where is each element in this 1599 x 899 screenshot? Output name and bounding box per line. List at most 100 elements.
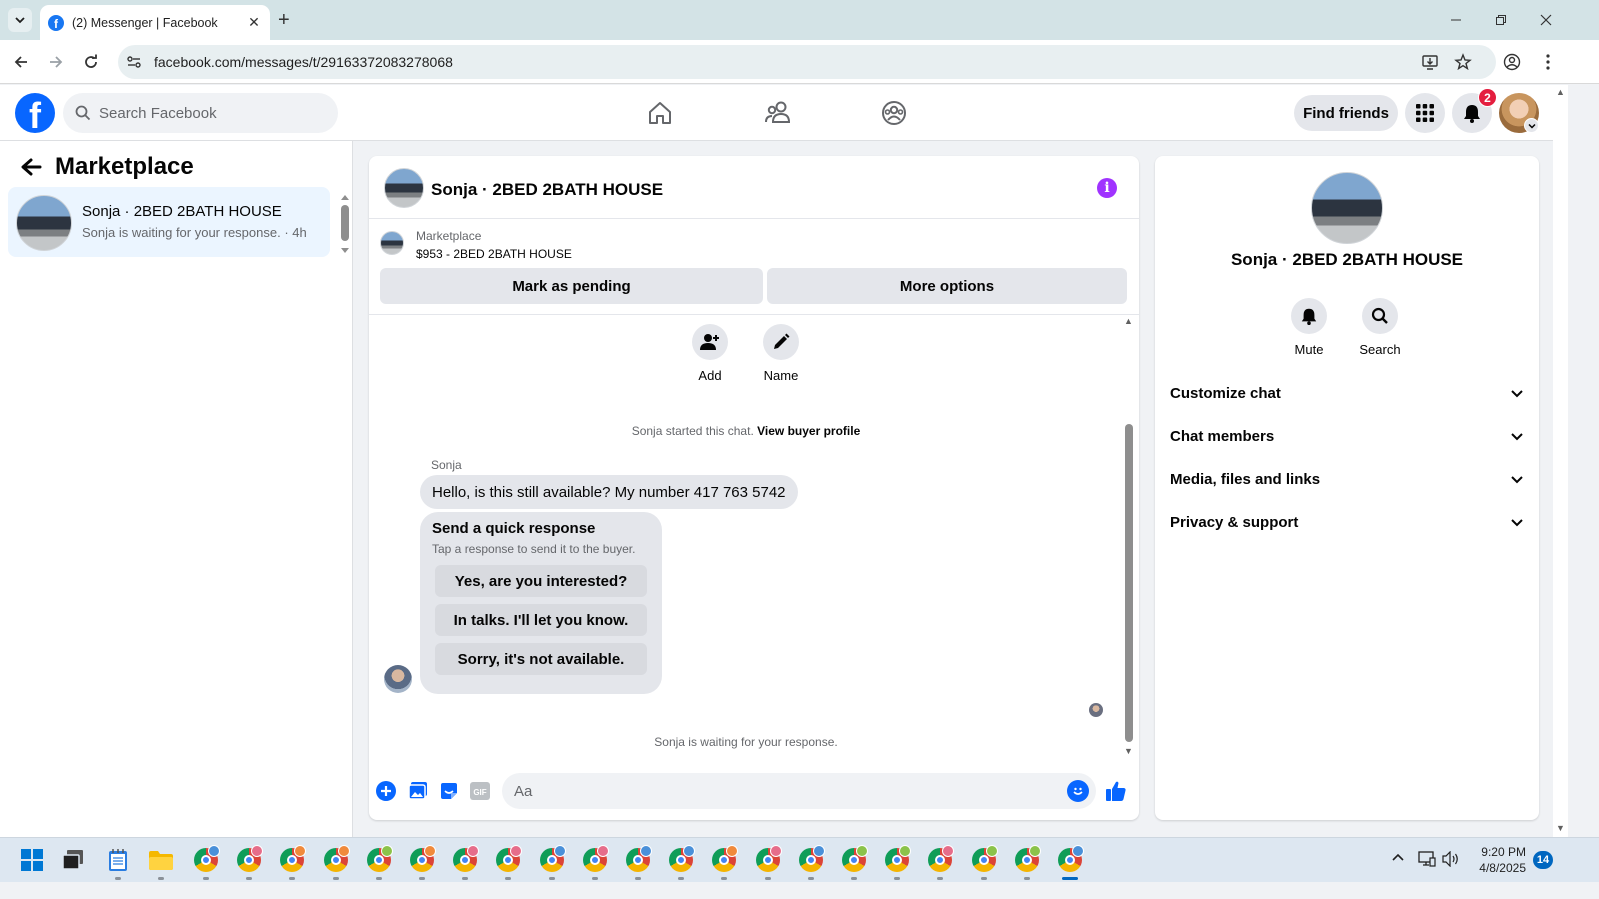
bookmark-star-icon[interactable] <box>1454 53 1472 71</box>
windows-taskbar: 9:20 PM 4/8/2025 14 <box>0 837 1599 882</box>
name-chat-button[interactable]: Name <box>751 324 811 383</box>
chrome-window-button[interactable] <box>408 845 436 880</box>
chat-scrollbar[interactable]: ▲ ▼ <box>1123 316 1137 762</box>
scroll-down-arrow-icon[interactable]: ▼ <box>1124 746 1133 756</box>
close-window-button[interactable] <box>1536 10 1556 30</box>
message-bubble[interactable]: Hello, is this still available? My numbe… <box>420 475 798 509</box>
customize-chat-section[interactable]: Customize chat <box>1170 373 1524 413</box>
scroll-up-arrow-icon[interactable]: ▲ <box>1556 87 1565 97</box>
volume-button[interactable] <box>1442 851 1460 867</box>
tab-close-icon[interactable]: ✕ <box>246 14 262 31</box>
running-indicator <box>635 877 641 880</box>
quick-response-button[interactable]: In talks. I'll let you know. <box>435 604 647 636</box>
more-options-button[interactable]: More options <box>767 268 1127 304</box>
view-buyer-profile-link[interactable]: View buyer profile <box>757 424 860 438</box>
address-bar[interactable]: facebook.com/messages/t/2916337208327806… <box>118 45 1496 79</box>
start-button[interactable] <box>18 846 46 874</box>
reload-button[interactable] <box>80 51 102 73</box>
account-menu-chevron-icon[interactable] <box>1524 118 1539 133</box>
media-files-links-section[interactable]: Media, files and links <box>1170 459 1524 499</box>
facebook-logo-icon[interactable]: f <box>15 93 55 133</box>
chrome-window-button[interactable] <box>1013 845 1041 880</box>
more-actions-button[interactable] <box>375 780 397 802</box>
quick-response-button[interactable]: Sorry, it's not available. <box>435 643 647 675</box>
page-scrollbar[interactable]: ▲ ▼ <box>1553 85 1568 837</box>
chrome-window-button[interactable] <box>754 845 782 880</box>
chrome-window-button[interactable] <box>883 845 911 880</box>
chat-members-section[interactable]: Chat members <box>1170 416 1524 456</box>
notification-center-badge[interactable]: 14 <box>1533 851 1553 869</box>
chrome-window-button[interactable] <box>667 845 695 880</box>
back-button[interactable] <box>10 51 32 73</box>
message-input[interactable] <box>502 773 1096 809</box>
nav-groups-button[interactable] <box>878 97 910 129</box>
chrome-window-button[interactable] <box>278 845 306 880</box>
browser-tab-messenger[interactable]: f (2) Messenger | Facebook ✕ <box>40 5 270 40</box>
chrome-icon <box>540 845 566 872</box>
gif-button[interactable]: GIF <box>469 780 491 802</box>
scroll-down-arrow-icon[interactable]: ▼ <box>1556 823 1565 833</box>
listing-price-title[interactable]: $953 - 2BED 2BATH HOUSE <box>416 247 572 261</box>
show-hidden-icons-button[interactable] <box>1391 851 1405 865</box>
chrome-window-button[interactable] <box>235 845 263 880</box>
listing-thumbnail[interactable] <box>380 231 404 255</box>
tab-search-button[interactable] <box>8 8 32 32</box>
find-friends-button[interactable]: Find friends <box>1294 95 1398 131</box>
mute-button[interactable]: Mute <box>1279 298 1339 357</box>
inbox-scrollbar[interactable] <box>339 191 351 257</box>
chat-header-avatar[interactable] <box>384 168 424 208</box>
chrome-window-button[interactable] <box>322 845 350 880</box>
file-explorer-button[interactable] <box>147 846 175 880</box>
chrome-window-button[interactable] <box>451 845 479 880</box>
profile-badge-icon <box>1029 845 1041 857</box>
profile-button[interactable] <box>1501 51 1523 73</box>
chrome-window-button[interactable] <box>926 845 954 880</box>
chrome-window-button[interactable] <box>840 845 868 880</box>
facebook-search[interactable]: Search Facebook <box>63 93 338 133</box>
search-in-chat-button[interactable]: Search <box>1350 298 1410 357</box>
like-button[interactable] <box>1105 780 1127 802</box>
chrome-window-button[interactable] <box>494 845 522 880</box>
menu-grid-button[interactable] <box>1405 93 1445 133</box>
running-indicator <box>937 877 943 880</box>
network-button[interactable] <box>1418 851 1436 867</box>
system-clock[interactable]: 9:20 PM 4/8/2025 <box>1466 844 1526 876</box>
chrome-window-button[interactable] <box>970 845 998 880</box>
new-tab-button[interactable]: + <box>278 10 290 30</box>
chrome-window-button[interactable] <box>581 845 609 880</box>
scroll-up-arrow-icon[interactable]: ▲ <box>1124 316 1133 326</box>
sender-avatar[interactable] <box>384 665 412 693</box>
install-app-icon[interactable] <box>1421 53 1439 71</box>
forward-button[interactable] <box>45 51 67 73</box>
sticker-button[interactable] <box>438 780 460 802</box>
profile-avatar[interactable] <box>1311 172 1383 244</box>
chrome-window-button[interactable] <box>192 845 220 880</box>
emoji-button[interactable] <box>1067 780 1089 802</box>
chrome-window-button[interactable] <box>797 845 825 880</box>
add-people-button[interactable]: Add <box>680 324 740 383</box>
restore-button[interactable] <box>1491 10 1511 30</box>
chrome-window-button[interactable] <box>538 845 566 880</box>
back-arrow-icon[interactable] <box>20 157 42 177</box>
chat-started-text: Sonja started this chat. <box>631 424 754 438</box>
notepad-app-button[interactable] <box>104 846 132 880</box>
site-info-icon[interactable] <box>126 54 142 70</box>
privacy-support-section[interactable]: Privacy & support <box>1170 502 1524 542</box>
minimize-button[interactable] <box>1446 10 1466 30</box>
chrome-window-button[interactable] <box>624 845 652 880</box>
task-view-button[interactable] <box>60 846 88 874</box>
chrome-window-button[interactable] <box>710 845 738 880</box>
info-icon[interactable]: i <box>1097 178 1117 198</box>
browser-menu-button[interactable] <box>1537 51 1559 73</box>
conversation-item[interactable]: Sonja · 2BED 2BATH HOUSE Sonja is waitin… <box>8 187 330 257</box>
quick-response-button[interactable]: Yes, are you interested? <box>435 565 647 597</box>
attach-photo-button[interactable] <box>407 780 429 802</box>
chrome-window-button[interactable] <box>1056 845 1084 880</box>
chat-header-name[interactable]: Sonja · 2BED 2BATH HOUSE <box>431 180 663 200</box>
chrome-icon <box>1015 845 1041 872</box>
scrollbar-thumb[interactable] <box>1125 424 1133 742</box>
nav-friends-button[interactable] <box>762 97 794 129</box>
chrome-window-button[interactable] <box>365 845 393 880</box>
mark-pending-button[interactable]: Mark as pending <box>380 268 763 304</box>
nav-home-button[interactable] <box>644 97 676 129</box>
